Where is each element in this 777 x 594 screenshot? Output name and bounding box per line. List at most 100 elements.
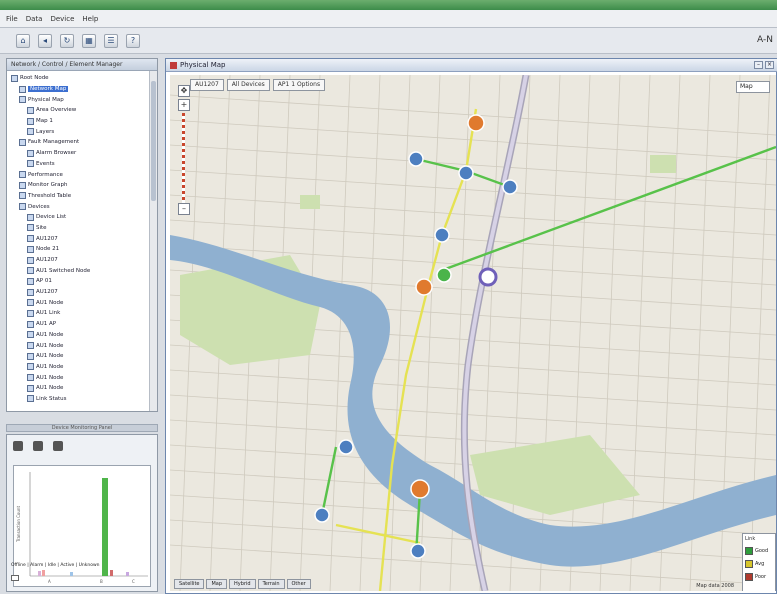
map-svg[interactable] [170,75,776,591]
node-orange-center[interactable] [415,278,433,296]
help-icon: ? [130,36,136,45]
tree-node-icon [27,331,34,339]
node-blue-2[interactable] [458,165,474,181]
map-toolbar-device[interactable]: AU1207 [190,79,224,91]
tree-item[interactable]: Site [7,223,150,234]
chart-option-checkbox[interactable] [11,575,19,581]
tree-node-icon [27,288,34,296]
node-orange-north[interactable] [467,114,485,132]
tree-item[interactable]: Link Status [7,394,150,405]
node-blue-1[interactable] [408,151,424,167]
tree-item[interactable]: AU1207 [7,233,150,244]
tree-node-icon [27,352,34,360]
tree-item[interactable]: Node 21 [7,244,150,255]
tree-item[interactable]: AU1 Node [7,297,150,308]
print-icon[interactable] [53,441,63,451]
tree-item-label: AP 01 [36,278,52,285]
tree-item[interactable]: AU1 Node [7,340,150,351]
tree-node-icon [27,224,34,232]
tab-other[interactable]: Other [286,579,311,589]
home-button[interactable]: ⌂ [16,33,30,48]
menu-help[interactable]: Help [82,15,98,23]
map-canvas[interactable]: ✥ + – AU1207 All Devices AP1 1 Options M… [170,75,776,591]
node-blue-5[interactable] [338,439,354,455]
tree-item[interactable]: Monitor Graph [7,180,150,191]
chart-view-icon[interactable] [13,441,23,451]
tab-hybrid[interactable]: Hybrid [229,579,256,589]
tree-item[interactable]: Threshold Table [7,191,150,202]
tree-item[interactable]: AU1 Node [7,383,150,394]
tree-item[interactable]: Performance [7,169,150,180]
back-button[interactable]: ◂ [38,33,52,48]
home-icon: ⌂ [20,36,26,45]
legend-label-avg: Avg [755,560,765,567]
tree-item[interactable]: AU1207 [7,287,150,298]
tree-item[interactable]: Devices [7,201,150,212]
menu-file[interactable]: File [6,15,18,23]
help-button[interactable]: ? [126,33,140,48]
node-green-hub[interactable] [436,267,452,283]
grid-button[interactable]: ▦ [82,33,96,48]
title-bar [0,0,777,10]
node-highway-marker[interactable] [478,267,498,287]
tree-item[interactable]: AU1207 [7,255,150,266]
tree-item-label: Layers [36,128,55,135]
minimize-button[interactable]: – [754,61,763,69]
link-legend: Link Good Avg Poor [742,533,776,591]
tree-item[interactable]: AU1 Node [7,330,150,341]
map-toolbar-filter[interactable]: All Devices [226,79,270,91]
tree-item-label: Performance [28,171,63,178]
tree-item-label: Map 1 [36,118,53,125]
map-type-dropdown[interactable]: Map [736,81,770,93]
tree-scrollbar[interactable] [149,71,157,411]
tree-item[interactable]: AU1 Node [7,372,150,383]
panel-splitter[interactable]: Device Monitoring Panel [6,424,158,432]
map-toolbar-options[interactable]: AP1 1 Options [272,79,326,91]
node-blue-3[interactable] [502,179,518,195]
tree-item[interactable]: Area Overview [7,105,150,116]
tab-satellite[interactable]: Satellite [174,579,205,589]
tree-node-icon [19,96,26,104]
tree-item[interactable]: AU1 AP [7,319,150,330]
tree-item[interactable]: AU1 Node [7,351,150,362]
export-icon[interactable] [33,441,43,451]
tree-item[interactable]: Fault Management [7,137,150,148]
tree-item[interactable]: Map 1 [7,116,150,127]
toolbar-right-text: A-N [757,35,773,45]
node-blue-4[interactable] [434,227,450,243]
node-orange-south[interactable] [410,479,430,499]
tree-item-label: AU1 Node [36,299,64,306]
tree-item[interactable]: AU1 Switched Node [7,265,150,276]
node-blue-7[interactable] [410,543,426,559]
park-area-central [300,195,320,209]
tree-item-label: AU1 Node [36,374,64,381]
zoom-slider[interactable] [182,113,185,203]
close-button[interactable]: × [765,61,774,69]
zoom-out-button[interactable]: – [178,203,190,215]
pan-button[interactable]: ✥ [178,85,190,97]
list-button[interactable]: ☰ [104,33,118,48]
tree-item-label: Physical Map [28,96,64,103]
tree-node-icon [27,342,34,350]
tree-item[interactable]: Device List [7,212,150,223]
node-blue-6[interactable] [314,507,330,523]
tree-item[interactable]: AU1 Node [7,362,150,373]
zoom-in-button[interactable]: + [178,99,190,111]
tree-item[interactable]: Network Map [7,84,150,95]
tree-item[interactable]: Root Node [7,73,150,84]
tree-item[interactable]: Layers [7,126,150,137]
tab-map[interactable]: Map [206,579,228,589]
tree-item[interactable]: Alarm Browser [7,148,150,159]
tree-item-label: Monitor Graph [28,182,68,189]
tab-terrain[interactable]: Terrain [257,579,285,589]
tree-scrollbar-thumb[interactable] [151,81,156,201]
tree-item[interactable]: AP 01 [7,276,150,287]
tree-item[interactable]: Physical Map [7,94,150,105]
tree-item[interactable]: AU1 Link [7,308,150,319]
menu-device[interactable]: Device [50,15,74,23]
refresh-button[interactable]: ↻ [60,33,74,48]
menu-data[interactable]: Data [26,15,43,23]
tree-item[interactable]: Events [7,159,150,170]
map-window: Physical Map – × ✥ + – AU1207 All Device… [165,58,777,594]
tree-node-icon [27,106,34,114]
